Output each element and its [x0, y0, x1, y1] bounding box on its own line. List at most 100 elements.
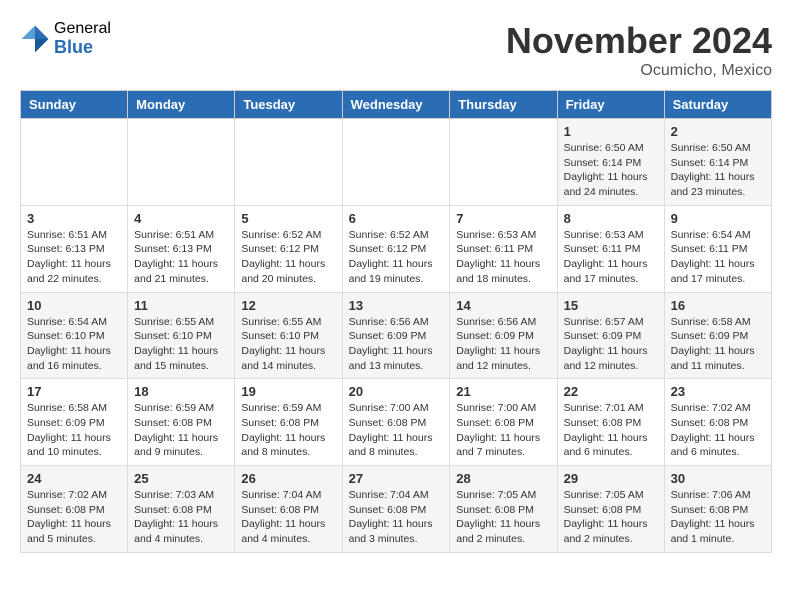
day-info: Sunrise: 7:01 AMSunset: 6:08 PMDaylight:… — [564, 401, 658, 460]
day-cell: 24 Sunrise: 7:02 AMSunset: 6:08 PMDayligh… — [21, 466, 128, 553]
day-info: Sunrise: 6:59 AMSunset: 6:08 PMDaylight:… — [134, 401, 228, 460]
logo-text: General Blue — [54, 20, 111, 57]
day-number: 23 — [671, 384, 765, 399]
logo-icon — [20, 24, 50, 54]
day-cell: 21 Sunrise: 7:00 AMSunset: 6:08 PMDayligh… — [450, 379, 557, 466]
col-header-tuesday: Tuesday — [235, 91, 342, 119]
day-info: Sunrise: 7:04 AMSunset: 6:08 PMDaylight:… — [241, 488, 335, 547]
col-header-saturday: Saturday — [664, 91, 771, 119]
day-info: Sunrise: 6:50 AMSunset: 6:14 PMDaylight:… — [671, 141, 765, 200]
day-cell: 6Sunrise: 6:52 AMSunset: 6:12 PMDaylight… — [342, 205, 450, 292]
day-number: 19 — [241, 384, 335, 399]
day-cell: 5 Sunrise: 6:52 AMSunset: 6:12 PMDaylight… — [235, 205, 342, 292]
day-number: 28 — [456, 471, 550, 486]
day-number: 26 — [241, 471, 335, 486]
day-info: Sunrise: 7:02 AMSunset: 6:08 PMDaylight:… — [27, 488, 121, 547]
day-number: 18 — [134, 384, 228, 399]
day-number: 10 — [27, 298, 121, 313]
title-block: November 2024 Ocumicho, Mexico — [506, 20, 772, 80]
day-info: Sunrise: 6:51 AMSunset: 6:13 PMDaylight:… — [134, 228, 228, 287]
day-cell: 11 Sunrise: 6:55 AMSunset: 6:10 PMDayligh… — [128, 292, 235, 379]
day-number: 14 — [456, 298, 550, 313]
day-number: 2 — [671, 124, 765, 139]
calendar-table: SundayMondayTuesdayWednesdayThursdayFrid… — [20, 90, 772, 553]
day-number: 29 — [564, 471, 658, 486]
day-info: Sunrise: 6:56 AMSunset: 6:09 PMDaylight:… — [456, 315, 550, 374]
day-cell: 25Sunrise: 7:03 AMSunset: 6:08 PMDayligh… — [128, 466, 235, 553]
day-info: Sunrise: 7:04 AMSunset: 6:08 PMDaylight:… — [349, 488, 444, 547]
day-cell: 17Sunrise: 6:58 AMSunset: 6:09 PMDayligh… — [21, 379, 128, 466]
col-header-friday: Friday — [557, 91, 664, 119]
day-info: Sunrise: 6:55 AMSunset: 6:10 PMDaylight:… — [241, 315, 335, 374]
day-info: Sunrise: 6:53 AMSunset: 6:11 PMDaylight:… — [564, 228, 658, 287]
day-cell: 15Sunrise: 6:57 AMSunset: 6:09 PMDayligh… — [557, 292, 664, 379]
day-cell: 20Sunrise: 7:00 AMSunset: 6:08 PMDayligh… — [342, 379, 450, 466]
month-title: November 2024 — [506, 20, 772, 62]
day-info: Sunrise: 6:57 AMSunset: 6:09 PMDaylight:… — [564, 315, 658, 374]
day-cell: 4Sunrise: 6:51 AMSunset: 6:13 PMDaylight… — [128, 205, 235, 292]
day-info: Sunrise: 6:54 AMSunset: 6:10 PMDaylight:… — [27, 315, 121, 374]
day-info: Sunrise: 6:52 AMSunset: 6:12 PMDaylight:… — [349, 228, 444, 287]
day-number: 21 — [456, 384, 550, 399]
day-info: Sunrise: 6:59 AMSunset: 6:08 PMDaylight:… — [241, 401, 335, 460]
logo: General Blue — [20, 20, 111, 57]
day-cell — [21, 119, 128, 206]
day-number: 24 — [27, 471, 121, 486]
day-cell: 8 Sunrise: 6:53 AMSunset: 6:11 PMDaylight… — [557, 205, 664, 292]
day-cell: 30 Sunrise: 7:06 AMSunset: 6:08 PMDayligh… — [664, 466, 771, 553]
day-cell: 28Sunrise: 7:05 AMSunset: 6:08 PMDayligh… — [450, 466, 557, 553]
day-number: 1 — [564, 124, 658, 139]
day-number: 13 — [349, 298, 444, 313]
day-number: 11 — [134, 298, 228, 313]
day-cell: 14 Sunrise: 6:56 AMSunset: 6:09 PMDayligh… — [450, 292, 557, 379]
week-row-5: 24 Sunrise: 7:02 AMSunset: 6:08 PMDayligh… — [21, 466, 772, 553]
day-number: 7 — [456, 211, 550, 226]
day-cell: 23 Sunrise: 7:02 AMSunset: 6:08 PMDayligh… — [664, 379, 771, 466]
day-number: 8 — [564, 211, 658, 226]
day-number: 27 — [349, 471, 444, 486]
day-cell: 9 Sunrise: 6:54 AMSunset: 6:11 PMDaylight… — [664, 205, 771, 292]
day-number: 9 — [671, 211, 765, 226]
col-header-monday: Monday — [128, 91, 235, 119]
col-header-wednesday: Wednesday — [342, 91, 450, 119]
day-info: Sunrise: 7:05 AMSunset: 6:08 PMDaylight:… — [564, 488, 658, 547]
day-cell: 29 Sunrise: 7:05 AMSunset: 6:08 PMDayligh… — [557, 466, 664, 553]
day-info: Sunrise: 6:52 AMSunset: 6:12 PMDaylight:… — [241, 228, 335, 287]
day-number: 25 — [134, 471, 228, 486]
day-cell — [342, 119, 450, 206]
page-header: General Blue November 2024 Ocumicho, Mex… — [20, 20, 772, 80]
day-cell: 22Sunrise: 7:01 AMSunset: 6:08 PMDayligh… — [557, 379, 664, 466]
day-info: Sunrise: 6:54 AMSunset: 6:11 PMDaylight:… — [671, 228, 765, 287]
day-cell: 1 Sunrise: 6:50 AMSunset: 6:14 PMDaylight… — [557, 119, 664, 206]
day-cell: 2 Sunrise: 6:50 AMSunset: 6:14 PMDaylight… — [664, 119, 771, 206]
day-cell — [450, 119, 557, 206]
day-info: Sunrise: 6:56 AMSunset: 6:09 PMDaylight:… — [349, 315, 444, 374]
col-header-sunday: Sunday — [21, 91, 128, 119]
day-cell: 10 Sunrise: 6:54 AMSunset: 6:10 PMDayligh… — [21, 292, 128, 379]
day-cell: 26 Sunrise: 7:04 AMSunset: 6:08 PMDayligh… — [235, 466, 342, 553]
day-number: 30 — [671, 471, 765, 486]
week-row-1: 1 Sunrise: 6:50 AMSunset: 6:14 PMDaylight… — [21, 119, 772, 206]
day-cell: 7Sunrise: 6:53 AMSunset: 6:11 PMDaylight… — [450, 205, 557, 292]
col-header-thursday: Thursday — [450, 91, 557, 119]
day-number: 12 — [241, 298, 335, 313]
day-info: Sunrise: 7:06 AMSunset: 6:08 PMDaylight:… — [671, 488, 765, 547]
day-info: Sunrise: 6:50 AMSunset: 6:14 PMDaylight:… — [564, 141, 658, 200]
day-cell — [235, 119, 342, 206]
day-number: 17 — [27, 384, 121, 399]
day-number: 3 — [27, 211, 121, 226]
day-info: Sunrise: 7:00 AMSunset: 6:08 PMDaylight:… — [456, 401, 550, 460]
day-cell: 13 Sunrise: 6:56 AMSunset: 6:09 PMDayligh… — [342, 292, 450, 379]
day-info: Sunrise: 7:02 AMSunset: 6:08 PMDaylight:… — [671, 401, 765, 460]
day-cell: 18 Sunrise: 6:59 AMSunset: 6:08 PMDayligh… — [128, 379, 235, 466]
day-number: 5 — [241, 211, 335, 226]
day-number: 20 — [349, 384, 444, 399]
day-cell: 12 Sunrise: 6:55 AMSunset: 6:10 PMDayligh… — [235, 292, 342, 379]
week-row-3: 10 Sunrise: 6:54 AMSunset: 6:10 PMDayligh… — [21, 292, 772, 379]
day-cell: 19 Sunrise: 6:59 AMSunset: 6:08 PMDayligh… — [235, 379, 342, 466]
day-info: Sunrise: 6:51 AMSunset: 6:13 PMDaylight:… — [27, 228, 121, 287]
logo-blue: Blue — [54, 38, 111, 58]
day-info: Sunrise: 6:55 AMSunset: 6:10 PMDaylight:… — [134, 315, 228, 374]
week-row-4: 17Sunrise: 6:58 AMSunset: 6:09 PMDayligh… — [21, 379, 772, 466]
day-cell: 16Sunrise: 6:58 AMSunset: 6:09 PMDayligh… — [664, 292, 771, 379]
